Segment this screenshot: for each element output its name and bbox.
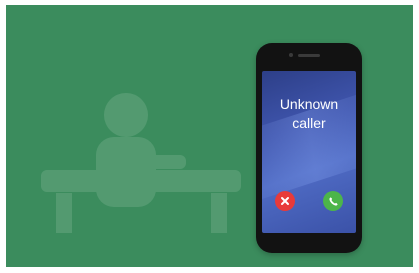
background-figure-illustration — [41, 93, 241, 233]
phone-screen: Unknown caller — [262, 71, 356, 233]
caller-name-line-1: Unknown — [279, 96, 339, 112]
caller-name: Unknown caller — [262, 95, 356, 133]
image-frame: Unknown caller — [0, 0, 419, 273]
illustration-scene: Unknown caller — [6, 5, 413, 267]
front-camera — [289, 53, 293, 57]
accept-call-icon — [328, 196, 338, 206]
accept-call-button[interactable] — [323, 191, 343, 211]
decline-call-icon — [281, 197, 289, 205]
caller-name-line-2: caller — [292, 115, 326, 131]
earpiece-speaker — [298, 54, 320, 57]
smartphone: Unknown caller — [256, 43, 362, 253]
decline-call-button[interactable] — [275, 191, 295, 211]
